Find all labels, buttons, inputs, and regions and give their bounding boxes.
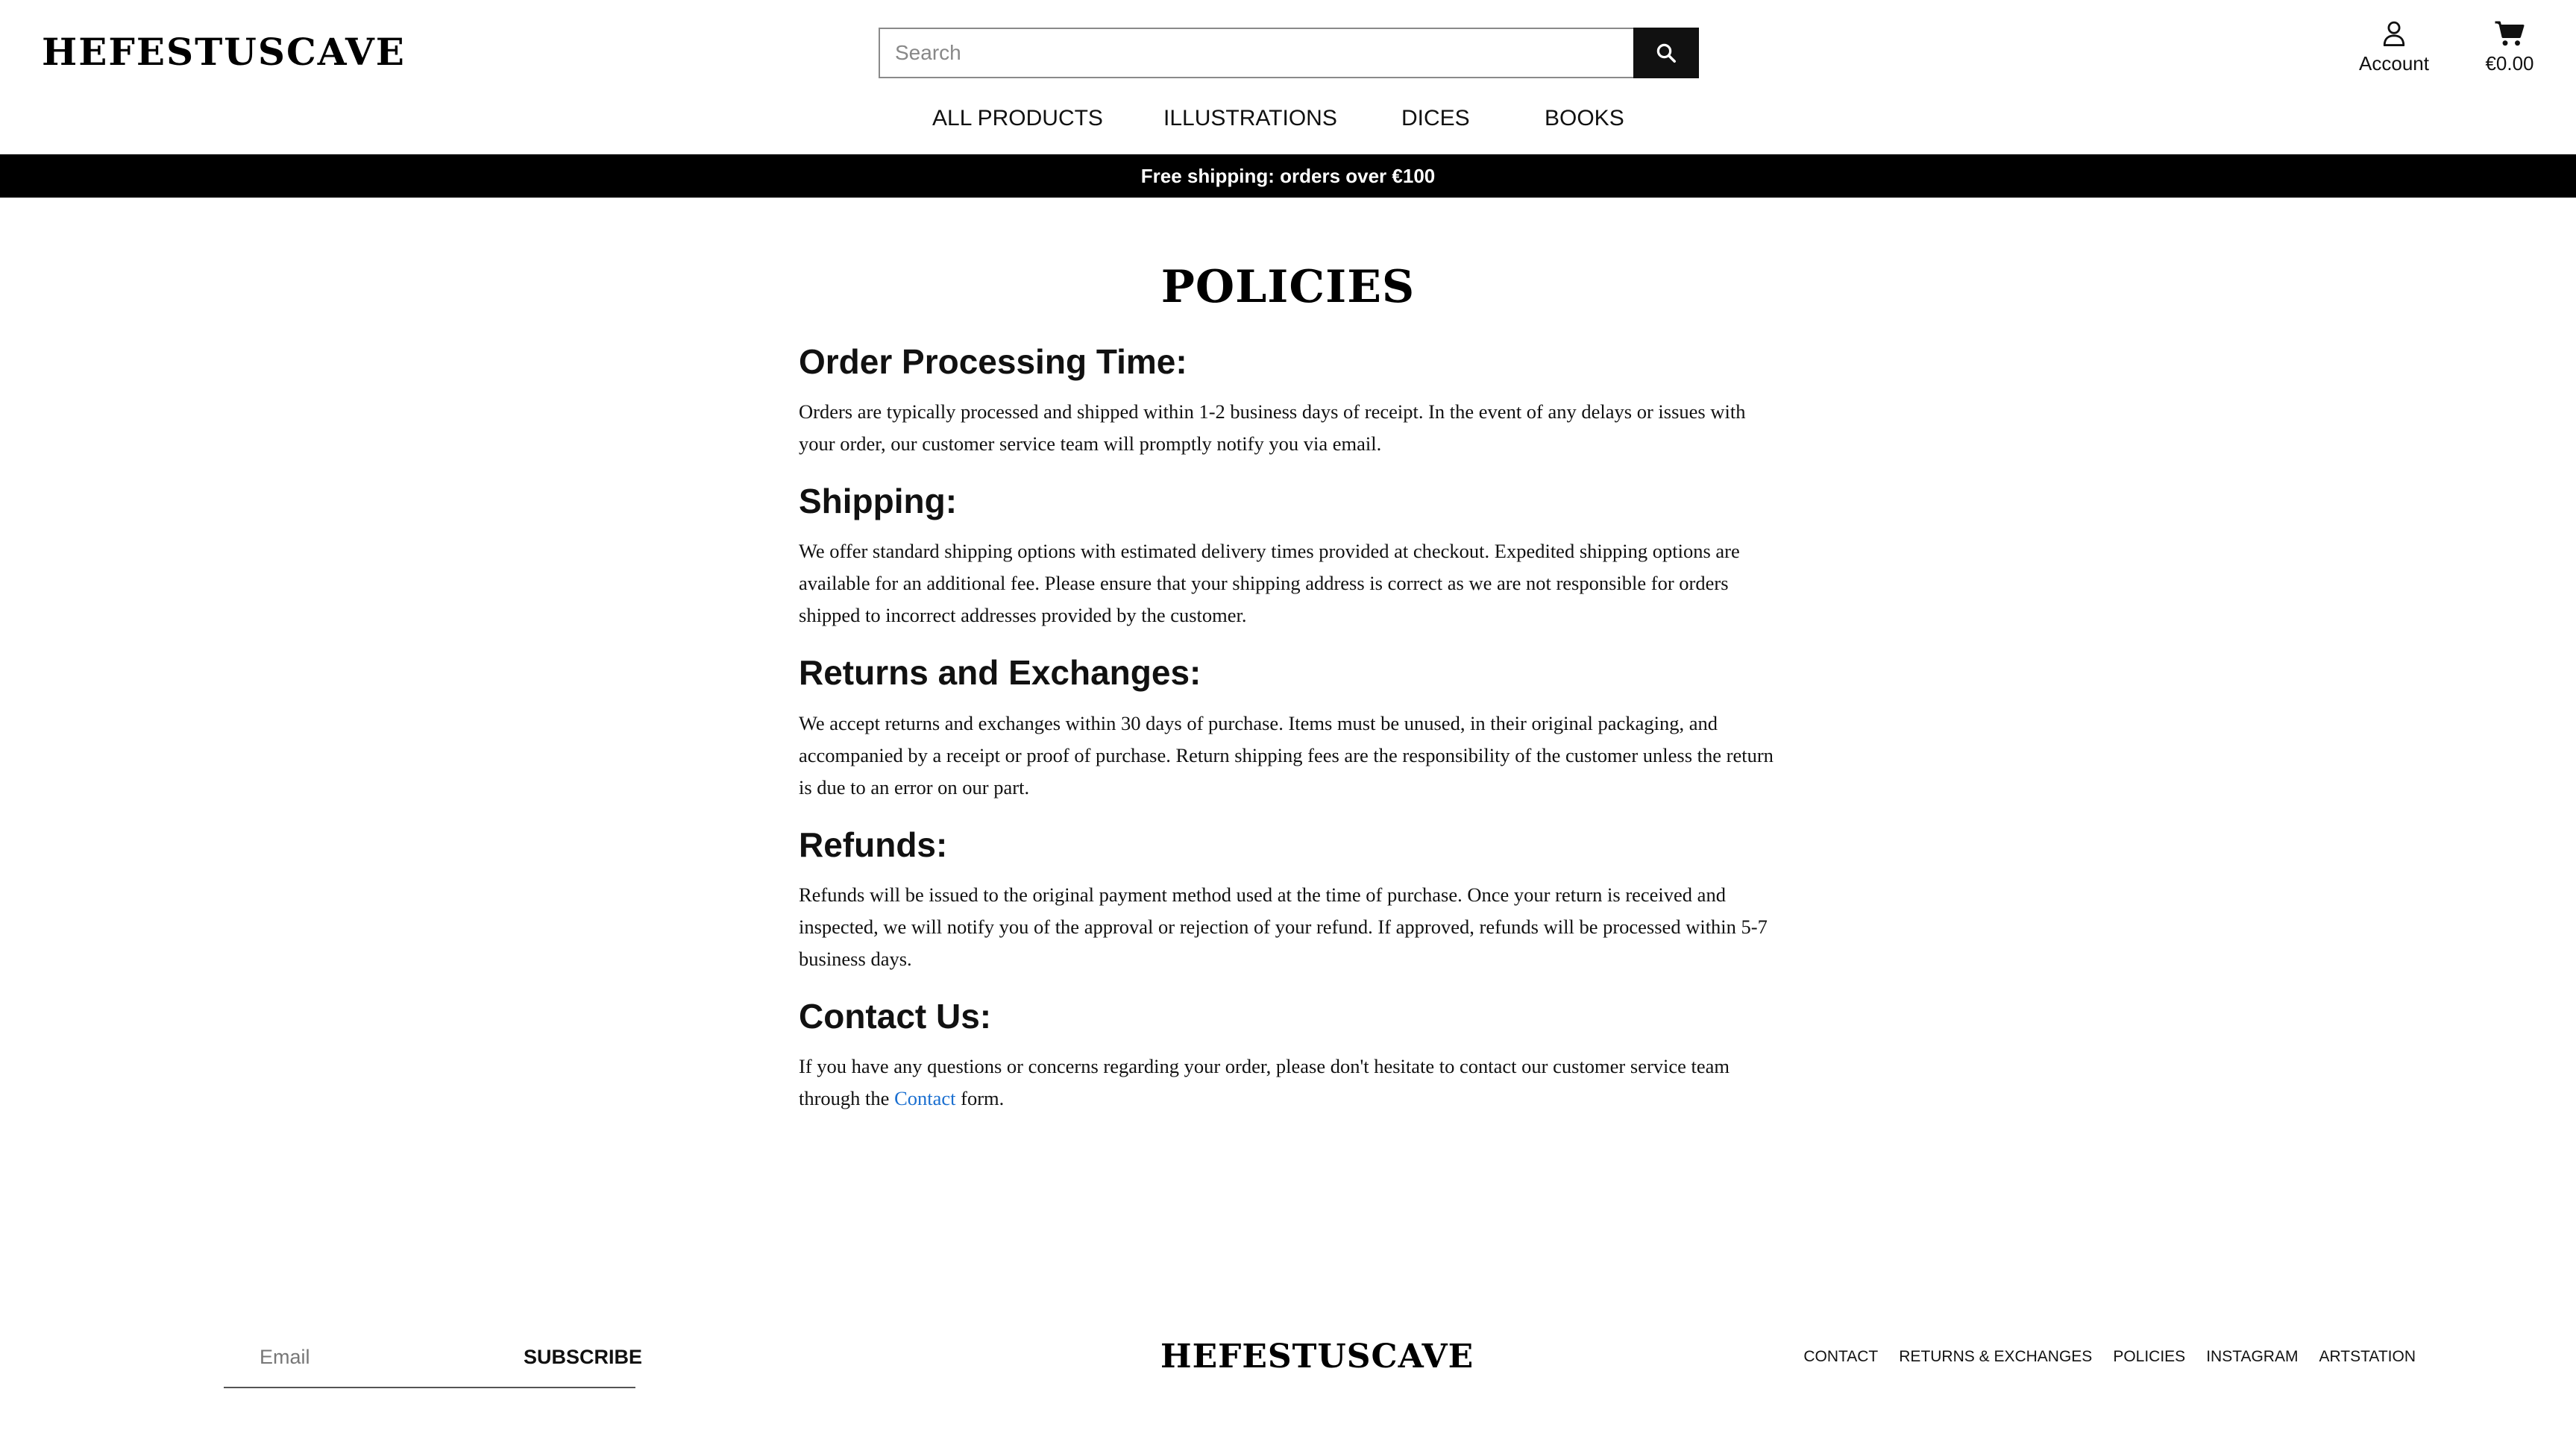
footer-links: CONTACT RETURNS & EXCHANGES POLICIES INS…: [1803, 1348, 2416, 1366]
policy-section-refunds: Refunds: Refunds will be issued to the o…: [799, 825, 1783, 975]
section-body: If you have any questions or concerns re…: [799, 1051, 1783, 1115]
section-body: Orders are typically processed and shipp…: [799, 400, 1746, 456]
search-button[interactable]: [1633, 28, 1699, 78]
nav-item-books[interactable]: BOOKS: [1545, 106, 1624, 131]
site-logo[interactable]: HEFESTUSCAVE: [42, 30, 406, 74]
section-heading: Refunds:: [799, 825, 948, 864]
policy-section-shipping: Shipping: We offer standard shipping opt…: [799, 481, 1783, 631]
footer-link-contact[interactable]: CONTACT: [1803, 1348, 1878, 1366]
nav-item-illustrations[interactable]: ILLUSTRATIONS: [1163, 106, 1337, 131]
nav-item-all-products[interactable]: ALL PRODUCTS: [932, 106, 1103, 131]
footer-link-artstation[interactable]: ARTSTATION: [2319, 1348, 2416, 1366]
search-form: [879, 28, 1699, 78]
footer-logo-text[interactable]: HEFESTUSCAVE: [1160, 1338, 1474, 1376]
account-label[interactable]: Account: [2359, 52, 2429, 75]
section-body: Refunds will be issued to the original p…: [799, 883, 1768, 970]
search-input[interactable]: [879, 28, 1633, 78]
footer-link-policies[interactable]: POLICIES: [2113, 1348, 2185, 1366]
footer-logo[interactable]: HEFESTUSCAVE: [1160, 1338, 1474, 1376]
page-title: POLICIES: [1160, 261, 1416, 313]
policy-section-contact: Contact Us: If you have any questions or…: [799, 996, 1783, 1115]
site-footer: SUBSCRIBE HEFESTUSCAVE CONTACT RETURNS &…: [0, 1327, 2576, 1409]
section-heading: Shipping:: [799, 482, 958, 521]
contact-text-after: form.: [961, 1086, 1005, 1109]
section-body: We offer standard shipping options with …: [799, 540, 1740, 627]
subscribe-button[interactable]: SUBSCRIBE: [524, 1346, 659, 1369]
footer-link-instagram[interactable]: INSTAGRAM: [2206, 1348, 2298, 1366]
contact-link[interactable]: Contact: [894, 1087, 955, 1109]
section-body: We accept returns and exchanges within 3…: [799, 711, 1774, 799]
section-heading: Returns and Exchanges:: [799, 653, 1201, 693]
policies-content: Order Processing Time: Orders are typica…: [799, 341, 1783, 1136]
search-icon: [1656, 43, 1676, 63]
main-nav: ALL PRODUCTS ILLUSTRATIONS DICES BOOKS: [0, 106, 2576, 143]
cart-icon: [2495, 21, 2525, 46]
email-input[interactable]: [224, 1331, 524, 1383]
account-link[interactable]: Account: [2349, 19, 2439, 82]
policy-section-order-processing: Order Processing Time: Orders are typica…: [799, 341, 1783, 460]
shipping-banner: Free shipping: orders over €100: [0, 154, 2576, 198]
nav-item-dices[interactable]: DICES: [1401, 106, 1470, 131]
cart-total[interactable]: €0.00: [2485, 52, 2533, 75]
section-heading: Order Processing Time:: [799, 342, 1187, 381]
cart-link[interactable]: €0.00: [2476, 19, 2543, 82]
newsletter-form: SUBSCRIBE: [224, 1327, 642, 1388]
site-logo-text[interactable]: HEFESTUSCAVE: [42, 30, 406, 74]
site-header: HEFESTUSCAVE Account €0.00 ALL PRODUCTS …: [0, 0, 2576, 154]
policy-section-returns: Returns and Exchanges: We accept returns…: [799, 652, 1783, 803]
user-icon: [2383, 21, 2405, 46]
section-heading: Contact Us:: [799, 996, 992, 1036]
shipping-banner-text: Free shipping: orders over €100: [1140, 164, 1436, 187]
footer-link-returns[interactable]: RETURNS & EXCHANGES: [1899, 1348, 2092, 1366]
